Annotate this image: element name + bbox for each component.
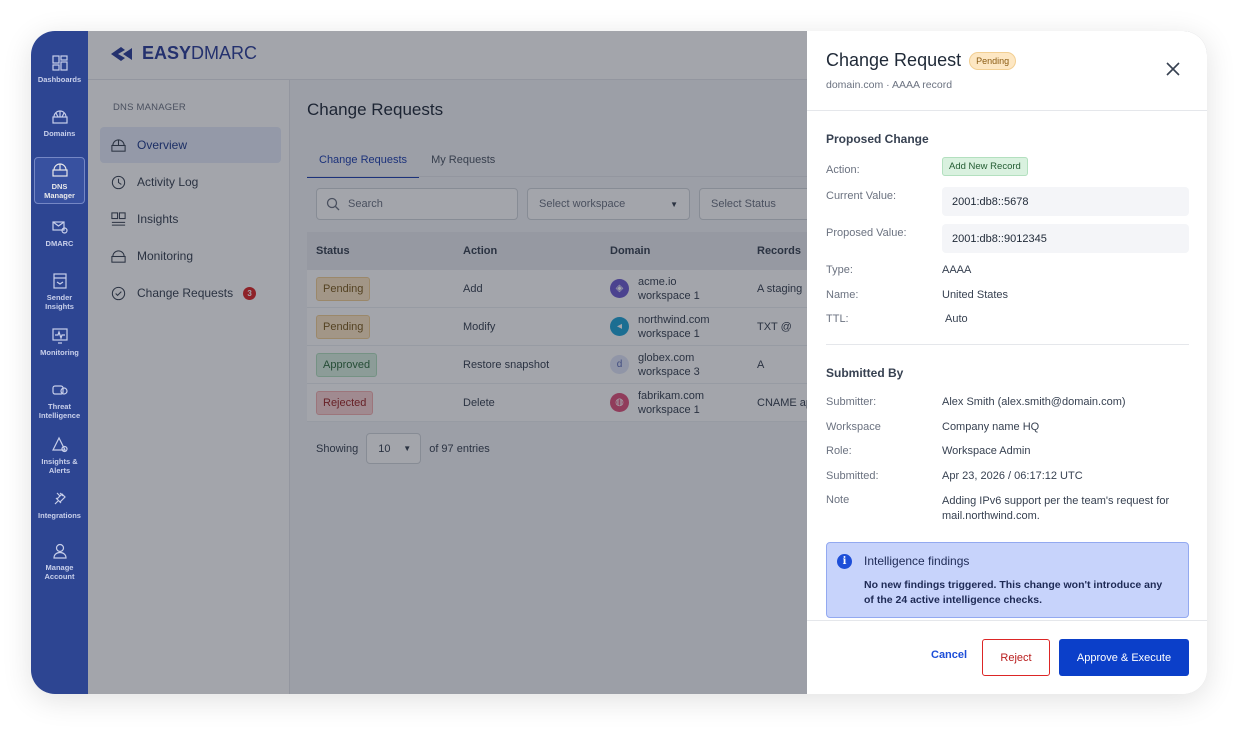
drawer-title-row: Change Request Pending — [826, 50, 1017, 71]
drawer-subtitle: domain.com · AAAA record — [826, 79, 953, 91]
close-icon[interactable] — [1163, 59, 1183, 79]
cancel-button[interactable]: Cancel — [931, 649, 967, 661]
section-divider — [826, 344, 1189, 345]
submitter-label: Submitter: — [826, 396, 877, 408]
note-label: Note — [826, 494, 850, 506]
info-icon: i — [837, 554, 852, 569]
submitted-value: Apr 23, 2026 / 06:17:12 UTC — [942, 470, 1083, 482]
note-value: Adding IPv6 support per the team's reque… — [942, 495, 1170, 522]
drawer-footer: Cancel Reject Approve & Execute — [807, 620, 1207, 694]
rail-backdrop — [31, 31, 88, 694]
type-label: Type: — [826, 264, 853, 276]
name-label: Name: — [826, 289, 859, 301]
proposed-value-field: 2001:db8::9012345 — [942, 224, 1189, 253]
workspace-value: Company name HQ — [942, 421, 1040, 433]
intel-title: Intelligence findings — [864, 554, 970, 568]
drawer-header: Change Request Pending domain.com · AAAA… — [807, 31, 1207, 111]
submitted-by-heading: Submitted By — [826, 366, 904, 380]
workspace-label: Workspace — [826, 421, 881, 433]
name-value: United States — [942, 289, 1009, 301]
type-value: AAAA — [942, 264, 972, 276]
role-value: Workspace Admin — [942, 445, 1031, 457]
current-value-label: Current Value: — [826, 190, 897, 202]
app-window: Dashboards Domains DNS Manager DMARC Sen… — [31, 31, 1207, 694]
role-label: Role: — [826, 445, 852, 457]
action-label: Action: — [826, 164, 860, 176]
status-badge: Pending — [969, 51, 1017, 70]
drawer-title: Change Request — [826, 50, 962, 70]
intel-body: No new findings triggered. This change w… — [864, 579, 1163, 606]
current-value-field: 2001:db8::5678 — [942, 187, 1189, 216]
reject-button[interactable]: Reject — [982, 639, 1050, 676]
approve-execute-button[interactable]: Approve & Execute — [1059, 639, 1189, 676]
ttl-label: TTL: — [826, 313, 849, 325]
intelligence-findings-callout: i Intelligence findings No new findings … — [826, 542, 1189, 618]
proposed-value-label: Proposed Value: — [826, 227, 907, 239]
ttl-value: Auto — [945, 313, 968, 325]
submitter-value: Alex Smith (alex.smith@domain.com) — [942, 396, 1126, 408]
proposed-change-heading: Proposed Change — [826, 132, 929, 146]
change-request-drawer: Change Request Pending domain.com · AAAA… — [807, 31, 1207, 694]
action-tag: Add New Record — [942, 157, 1028, 176]
submitted-label: Submitted: — [826, 470, 879, 482]
